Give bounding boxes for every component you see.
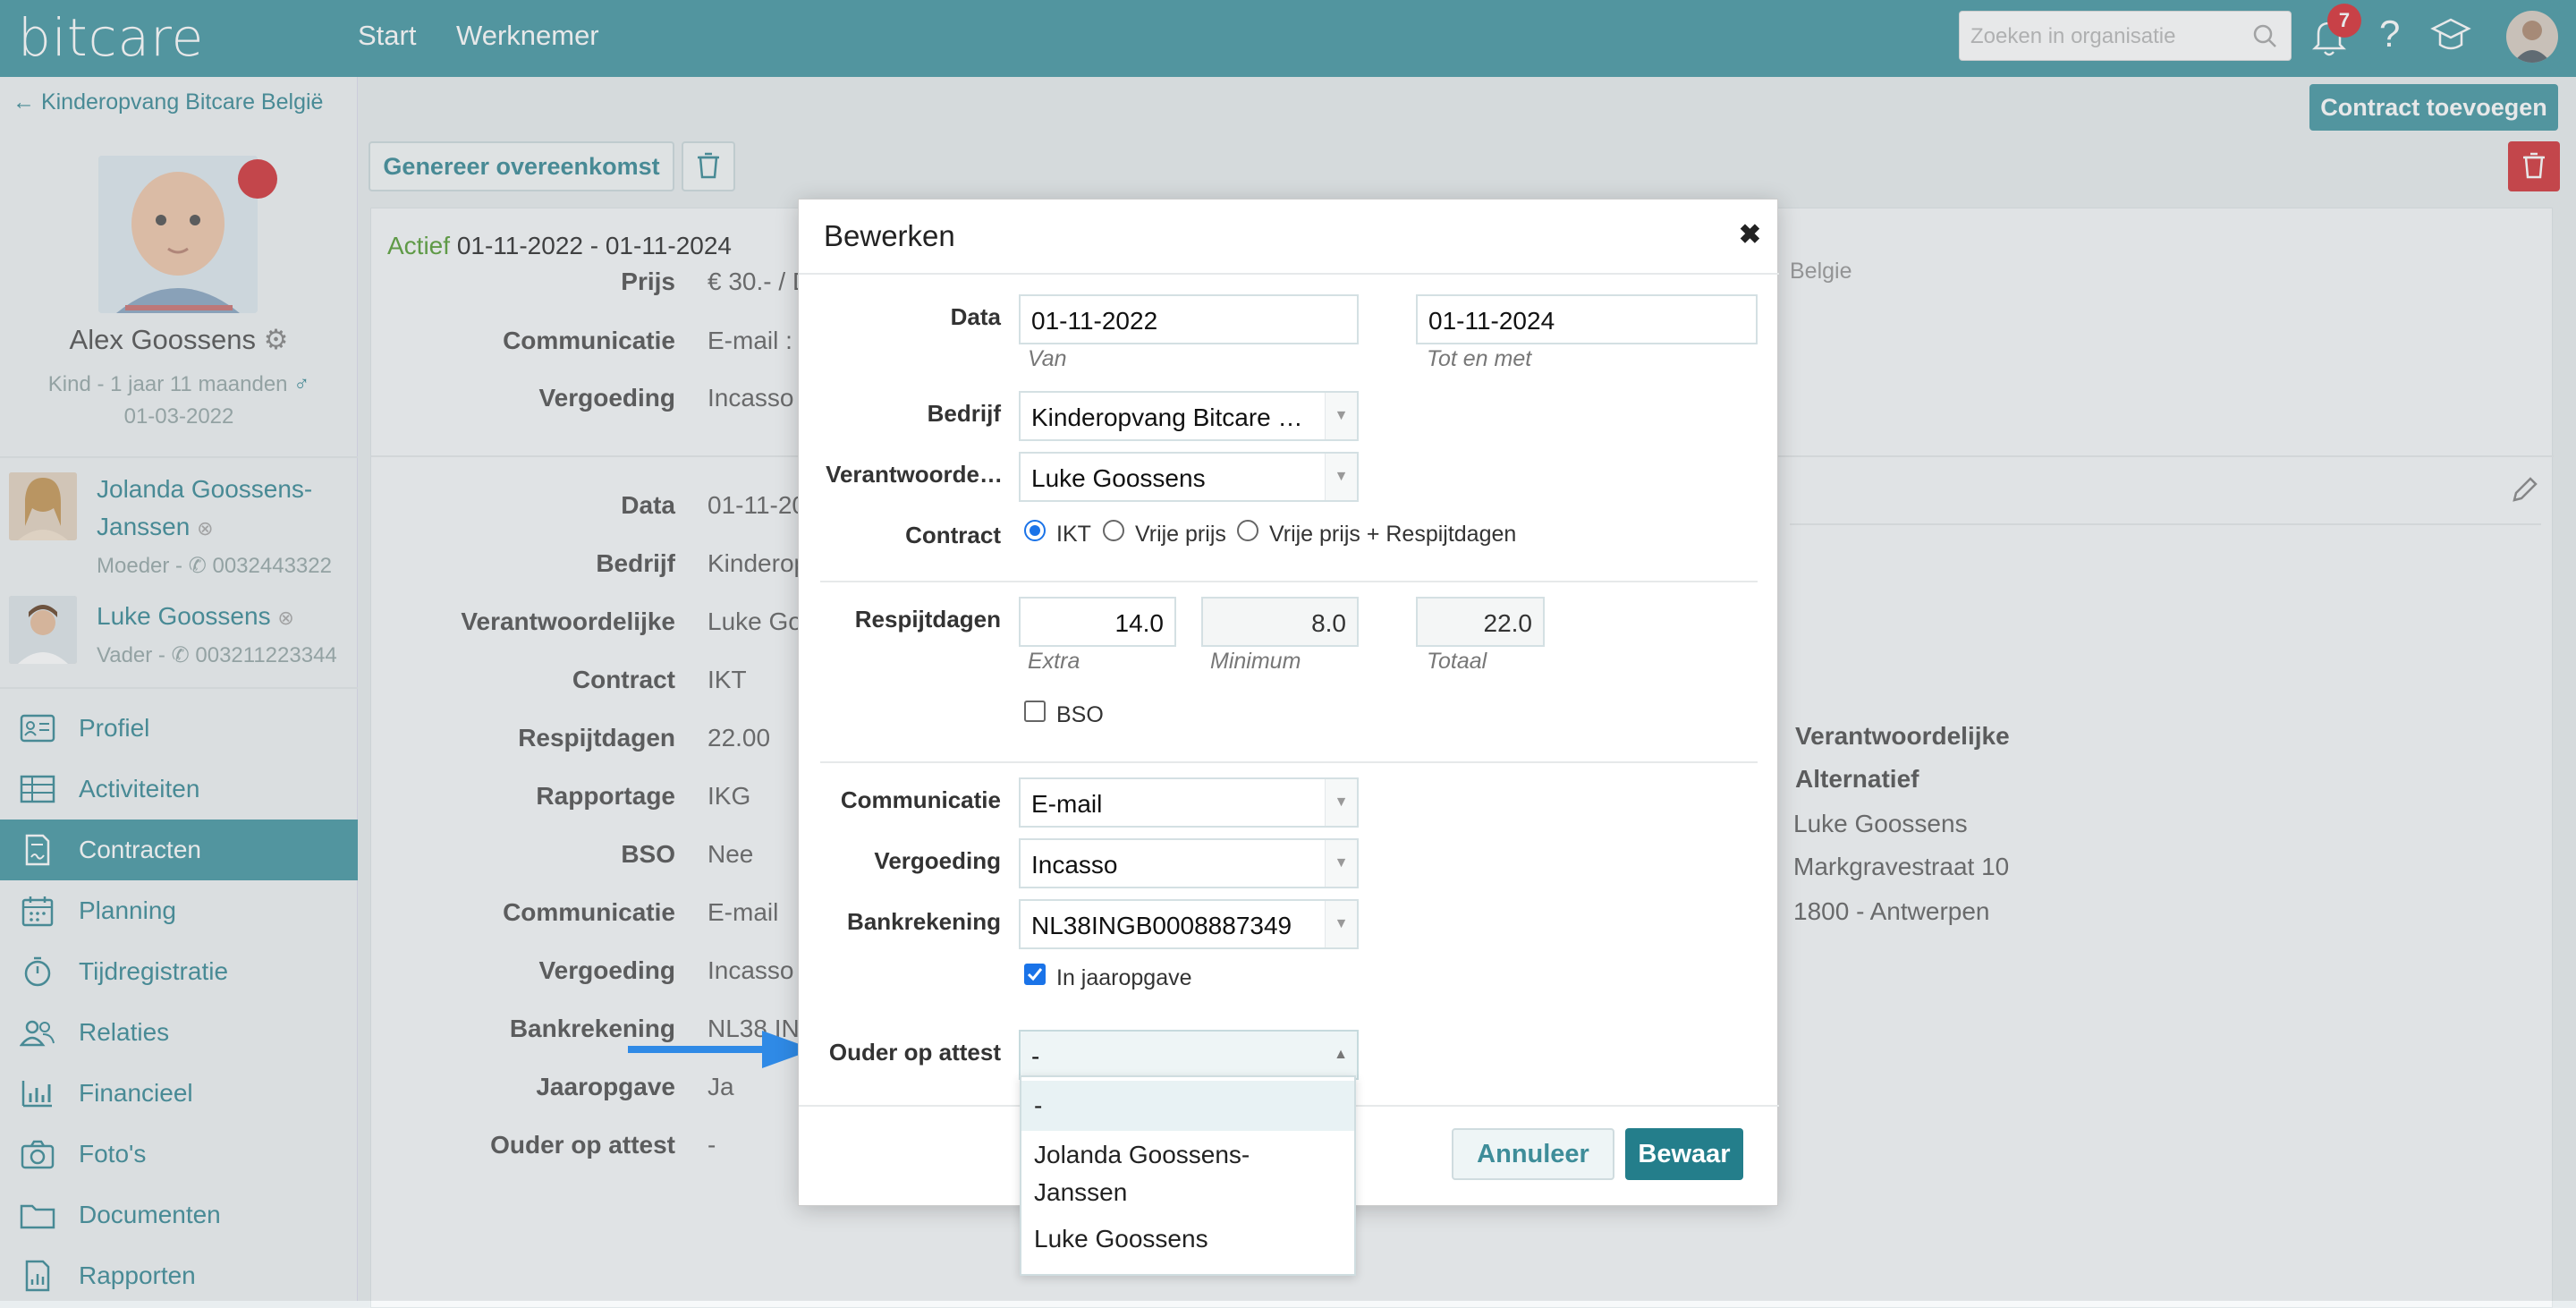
communication-value: E-mail <box>1031 790 1103 818</box>
respite-extra-input[interactable]: 14.0 <box>1019 597 1176 647</box>
divider <box>820 761 1758 763</box>
company-value: Kinderopvang Bitcare … <box>1031 403 1303 431</box>
communication-select[interactable]: E-mail ▼ <box>1019 777 1359 828</box>
respite-minimum-field: 8.0 <box>1201 597 1359 647</box>
contract-option-label: IKT <box>1056 522 1091 547</box>
parent-attest-value: - <box>1031 1042 1040 1070</box>
compensation-label: Vergoeding <box>874 847 1001 874</box>
data-label: Data <box>950 303 1001 330</box>
communication-label: Communicatie <box>840 786 1001 813</box>
respite-extra-hint: Extra <box>1028 649 1080 674</box>
chevron-down-icon: ▼ <box>1325 454 1357 500</box>
respite-label: Respijtdagen <box>854 606 1001 633</box>
date-to-hint: Tot en met <box>1427 346 1532 371</box>
respite-minimum-hint: Minimum <box>1210 649 1301 674</box>
modal-title: Bewerken <box>824 219 955 252</box>
bank-value: NL38INGB0008887349 <box>1031 912 1292 939</box>
divider <box>799 273 1779 275</box>
parent-attest-select[interactable]: - ▲ <box>1019 1030 1359 1080</box>
contract-label: Contract <box>905 522 1001 548</box>
annual-statement-checkbox[interactable] <box>1024 964 1046 985</box>
responsible-label: Verantwoorde… <box>826 461 1003 488</box>
respite-total-hint: Totaal <box>1427 649 1487 674</box>
dropdown-option[interactable]: Jolanda Goossens-Janssen <box>1021 1136 1354 1215</box>
chevron-down-icon: ▼ <box>1325 901 1357 947</box>
responsible-select[interactable]: Luke Goossens ▼ <box>1019 452 1359 502</box>
respite-total-field: 22.0 <box>1416 597 1545 647</box>
check-icon <box>1027 968 1043 981</box>
edit-modal: Bewerken ✖ Data 01-11-2022 Van 01-11-202… <box>798 199 1779 1206</box>
chevron-down-icon: ▼ <box>1325 393 1357 439</box>
dropdown-option[interactable]: Luke Goossens <box>1021 1220 1354 1267</box>
parent-attest-label: Ouder op attest <box>828 1039 1001 1066</box>
divider <box>820 581 1758 582</box>
bank-label: Bankrekening <box>847 908 1001 935</box>
annual-statement-label: In jaaropgave <box>1056 965 1192 990</box>
cancel-button[interactable]: Annuleer <box>1452 1128 1614 1180</box>
company-label: Bedrijf <box>927 400 1001 427</box>
responsible-value: Luke Goossens <box>1031 464 1206 492</box>
chevron-down-icon: ▼ <box>1325 840 1357 887</box>
contract-radio-vrije-prijs[interactable] <box>1103 520 1124 541</box>
company-select[interactable]: Kinderopvang Bitcare … ▼ <box>1019 391 1359 441</box>
dropdown-option[interactable]: - <box>1021 1081 1354 1131</box>
contract-radio-vrije-prijs-respijt[interactable] <box>1237 520 1258 541</box>
contract-option-label: Vrije prijs + Respijtdagen <box>1269 522 1517 547</box>
contract-option-label: Vrije prijs <box>1135 522 1226 547</box>
compensation-select[interactable]: Incasso ▼ <box>1019 838 1359 888</box>
bank-select[interactable]: NL38INGB0008887349 ▼ <box>1019 899 1359 949</box>
close-icon[interactable]: ✖ <box>1739 219 1761 251</box>
chevron-down-icon: ▼ <box>1325 779 1357 826</box>
contract-radio-ikt[interactable] <box>1024 520 1046 541</box>
bso-checkbox[interactable] <box>1024 701 1046 722</box>
save-button[interactable]: Bewaar <box>1625 1128 1743 1180</box>
date-from-input[interactable]: 01-11-2022 <box>1019 294 1359 344</box>
compensation-value: Incasso <box>1031 851 1118 879</box>
highlight-arrow <box>628 1031 814 1068</box>
chevron-up-icon: ▲ <box>1334 1047 1348 1062</box>
date-from-hint: Van <box>1028 346 1067 371</box>
parent-attest-dropdown: - Jolanda Goossens-Janssen Luke Goossens <box>1020 1075 1356 1276</box>
date-to-input[interactable]: 01-11-2024 <box>1416 294 1758 344</box>
bso-label: BSO <box>1056 702 1104 727</box>
